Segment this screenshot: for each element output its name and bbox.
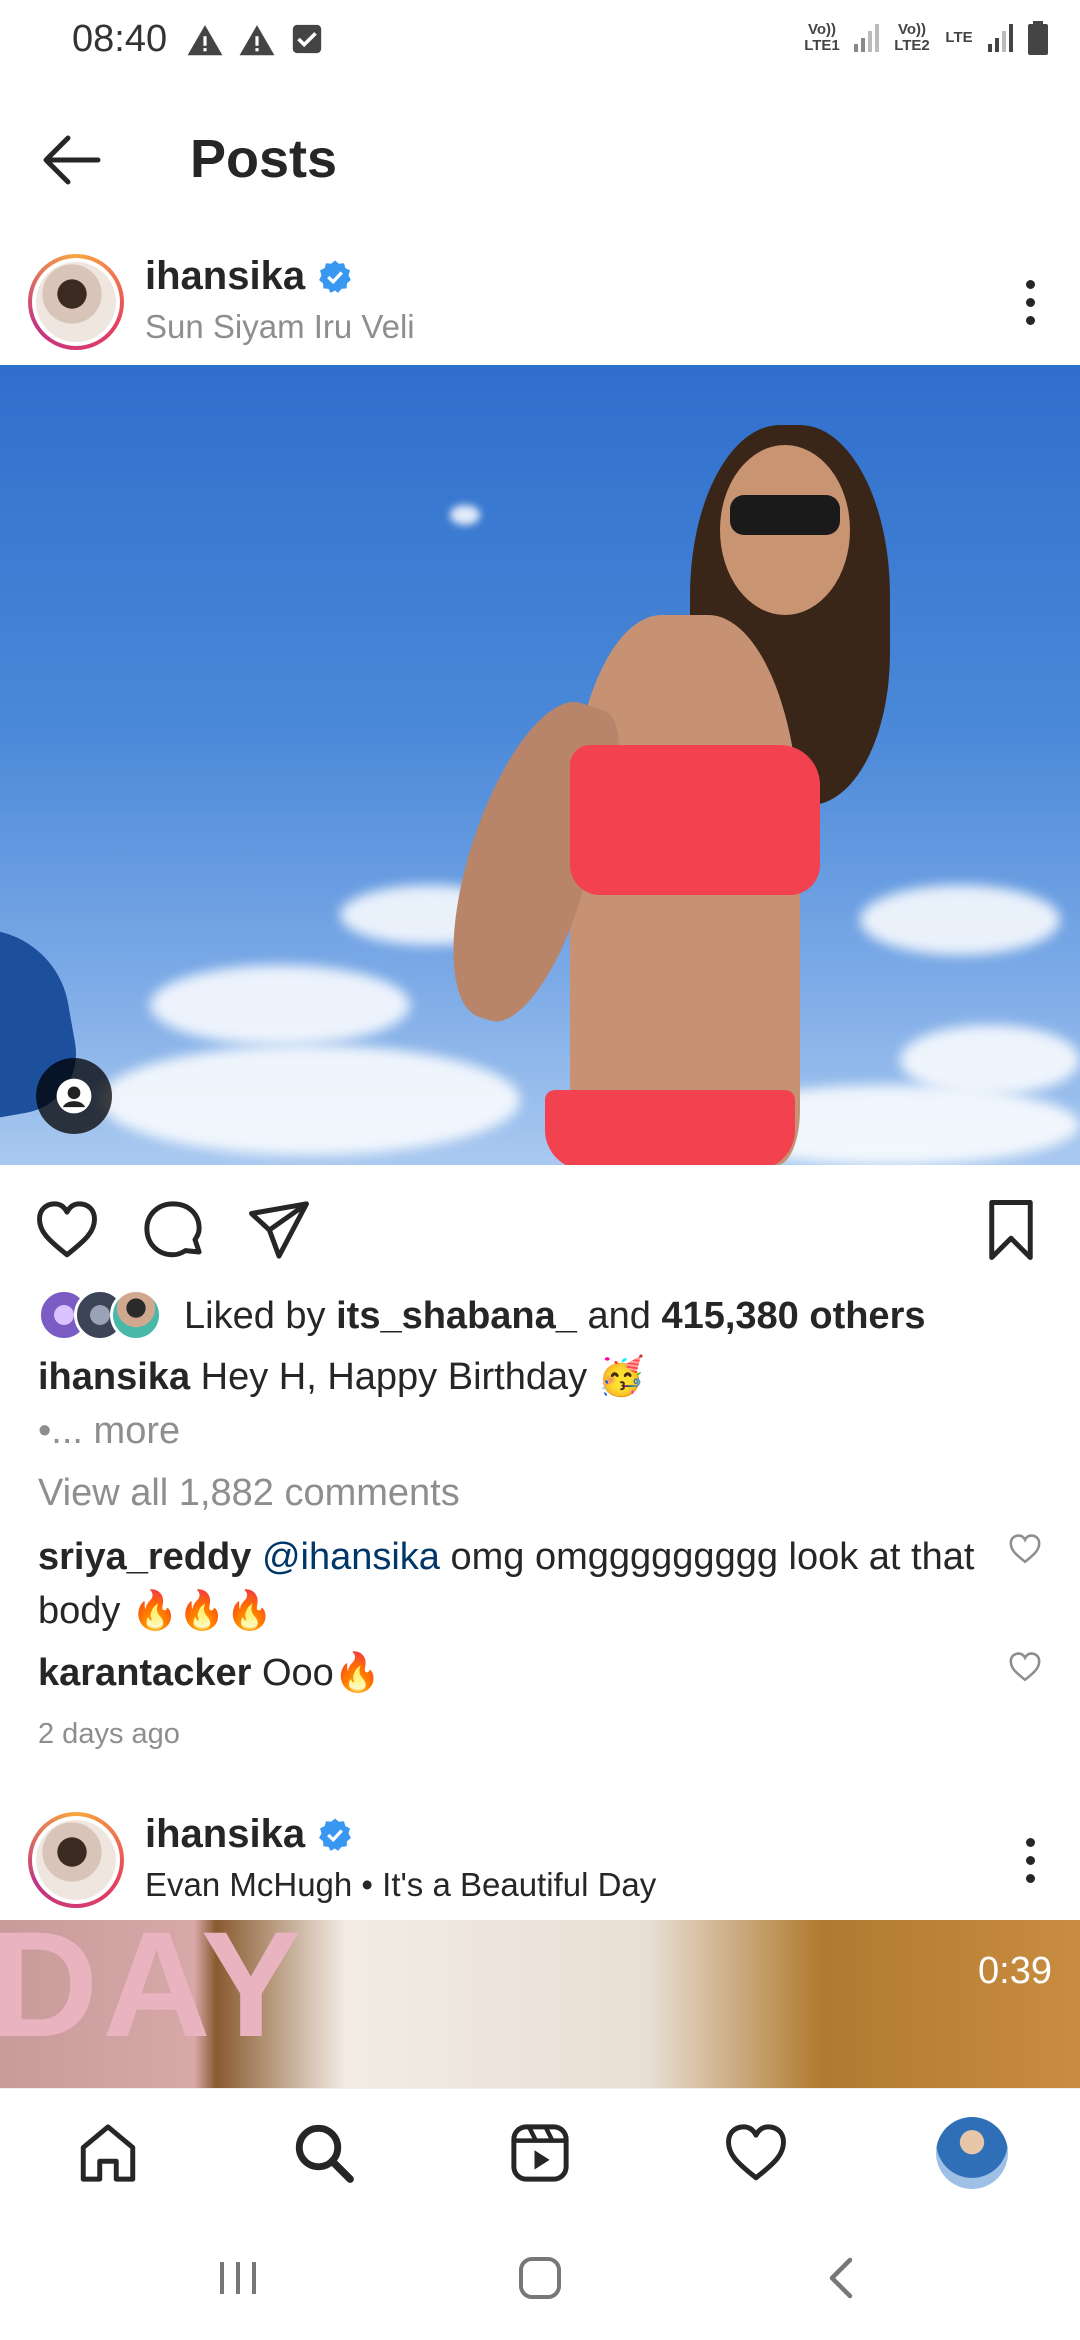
comment-like-button[interactable] — [1008, 1650, 1042, 1684]
view-all-comments-link[interactable]: View all 1,882 comments — [38, 1472, 460, 1515]
post-options-button[interactable] — [1010, 1830, 1050, 1890]
verified-badge-icon — [319, 260, 351, 293]
avatar[interactable] — [28, 254, 124, 350]
notification-icons — [186, 22, 324, 60]
status-bar: 08:40 Vo)) LTE1 Vo)) LTE2 LTE — [0, 0, 1080, 90]
video-duration: 0:39 — [978, 1950, 1052, 1992]
back-arrow-icon — [43, 135, 101, 185]
post-timestamp: 2 days ago — [38, 1718, 180, 1750]
status-right: Vo)) LTE1 Vo)) LTE2 LTE — [802, 20, 1050, 56]
sunglasses-shape — [730, 495, 840, 535]
likes-and: and — [587, 1294, 651, 1337]
comment-bubble-icon — [144, 1201, 202, 1258]
comment-button[interactable] — [140, 1197, 206, 1263]
comment-mention[interactable]: @ihansika — [262, 1536, 440, 1578]
comment-text: Ooo🔥 — [261, 1652, 382, 1694]
user-icon — [56, 1078, 92, 1114]
bottom-nav — [0, 2088, 1080, 2216]
nav-profile[interactable] — [934, 2115, 1010, 2191]
nav-activity[interactable] — [718, 2115, 794, 2191]
signal-icon — [854, 24, 879, 52]
bookmark-icon — [989, 1200, 1033, 1260]
reels-icon — [511, 2124, 569, 2182]
post-location[interactable]: Sun Siyam Iru Veli — [145, 308, 415, 346]
username-text[interactable]: ihansika — [145, 254, 305, 299]
warning-icon — [239, 25, 275, 56]
post-username[interactable]: ihansika — [145, 1812, 353, 1857]
home-square-icon — [519, 2257, 561, 2299]
verified-badge-icon — [319, 1818, 351, 1851]
liker-avatar — [110, 1289, 162, 1341]
balloon-text: DAY — [0, 1920, 305, 2068]
status-time: 08:40 — [72, 18, 168, 60]
likes-text[interactable]: Liked by its_shabana_ and 415,380 others — [184, 1295, 926, 1338]
share-button[interactable] — [246, 1197, 312, 1263]
post-caption: ihansika Hey H, Happy Birthday 🥳 — [38, 1355, 645, 1399]
posts-header: Posts — [0, 110, 1080, 210]
bikini-top — [570, 745, 820, 895]
avatar[interactable] — [28, 1812, 124, 1908]
heart-icon — [726, 2124, 786, 2181]
system-nav-bar — [0, 2216, 1080, 2340]
page-title: Posts — [190, 129, 338, 189]
save-button[interactable] — [978, 1197, 1044, 1263]
caption-text: Hey H, Happy Birthday 🥳 — [200, 1356, 646, 1398]
signal-icon — [988, 24, 1013, 52]
post-photo[interactable] — [0, 365, 1080, 1165]
comment-username[interactable]: sriya_reddy — [38, 1536, 251, 1578]
liker-avatars — [38, 1289, 168, 1343]
recent-apps-button[interactable] — [208, 2248, 268, 2308]
chevron-left-icon — [829, 2257, 853, 2299]
send-icon — [249, 1201, 309, 1259]
post-options-button[interactable] — [1010, 272, 1050, 332]
post-audio-location[interactable]: Evan McHugh • It's a Beautiful Day — [145, 1866, 656, 1904]
nav-home[interactable] — [70, 2115, 146, 2191]
comment-like-button[interactable] — [1008, 1532, 1042, 1566]
likes-prefix: Liked by — [184, 1294, 326, 1337]
comment-item: sriya_reddy @ihansika omg omggggggggg lo… — [38, 1530, 978, 1638]
liked-by-user[interactable]: its_shabana_ — [336, 1295, 577, 1337]
battery-icon — [1028, 21, 1048, 55]
back-button[interactable] — [36, 128, 108, 192]
post-actions — [0, 1185, 1080, 1275]
bikini-bottom — [545, 1090, 795, 1165]
likes-summary[interactable]: Liked by its_shabana_ and 415,380 others — [38, 1288, 926, 1344]
nav-reels[interactable] — [502, 2115, 578, 2191]
caption-username[interactable]: ihansika — [38, 1356, 190, 1398]
search-icon — [295, 2124, 354, 2183]
nav-search[interactable] — [286, 2115, 362, 2191]
home-button[interactable] — [510, 2248, 570, 2308]
heart-icon — [37, 1201, 97, 1258]
post-header: ihansika Evan McHugh • It's a Beautiful … — [0, 1806, 1080, 1916]
home-icon — [80, 2124, 136, 2182]
tagged-users-button[interactable] — [36, 1058, 112, 1134]
checkbox-icon — [292, 24, 322, 54]
like-button[interactable] — [34, 1197, 100, 1263]
likes-count[interactable]: 415,380 others — [661, 1295, 925, 1337]
sim1-label: Vo)) LTE1 — [804, 21, 840, 54]
lte-label: LTE — [945, 29, 973, 46]
post-video[interactable]: DAY 0:39 — [0, 1920, 1080, 2088]
profile-avatar — [936, 2117, 1008, 2189]
comment-item: karantacker Ooo🔥 — [38, 1646, 978, 1700]
sim2-label: Vo)) LTE2 — [894, 21, 930, 54]
post-header: ihansika Sun Siyam Iru Veli — [0, 248, 1080, 358]
heart-icon — [1009, 1534, 1041, 1564]
comment-username[interactable]: karantacker — [38, 1652, 251, 1694]
caption-more-link[interactable]: •... more — [38, 1410, 180, 1453]
post-username[interactable]: ihansika — [145, 254, 353, 299]
username-text[interactable]: ihansika — [145, 1812, 305, 1857]
recent-apps-icon — [220, 2262, 256, 2294]
warning-icon — [187, 25, 223, 56]
back-nav-button[interactable] — [812, 2248, 872, 2308]
heart-icon — [1009, 1652, 1041, 1682]
